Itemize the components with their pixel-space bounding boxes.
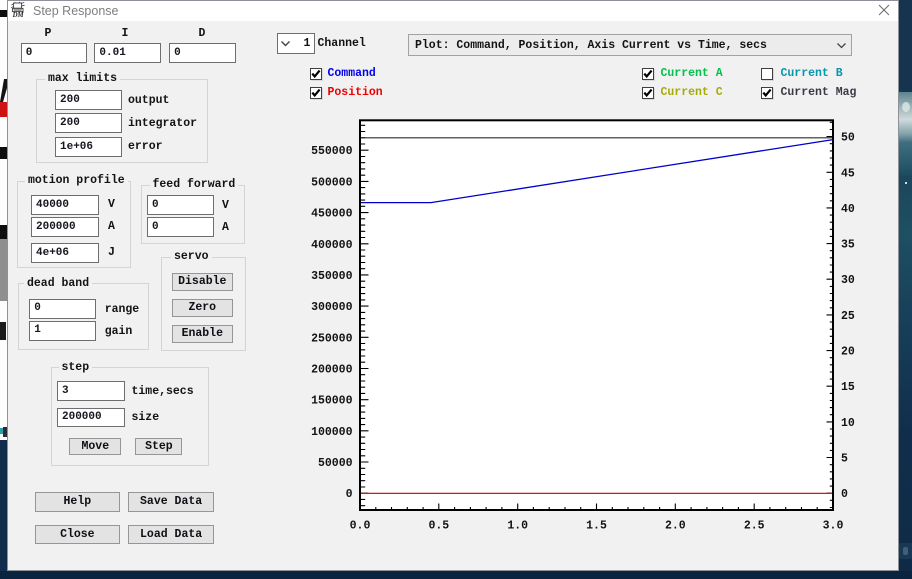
svg-text:DM: DM [12,12,25,18]
